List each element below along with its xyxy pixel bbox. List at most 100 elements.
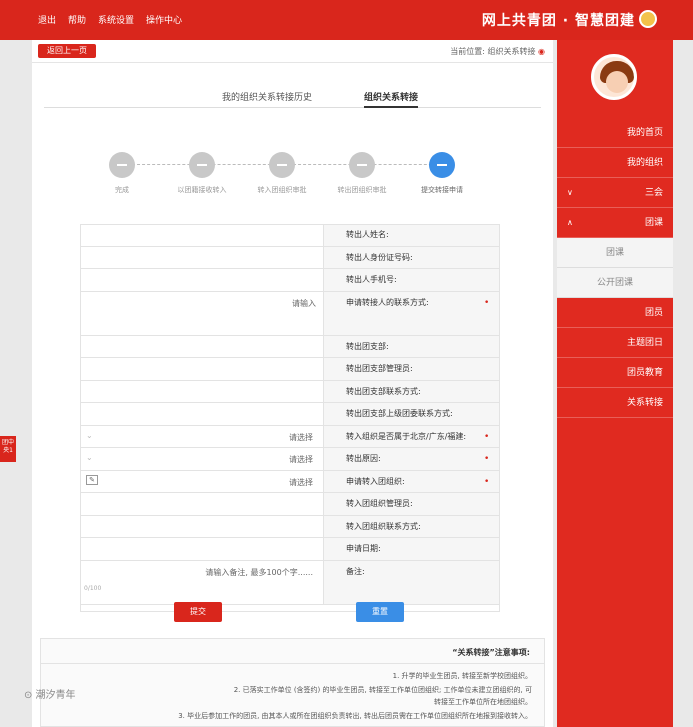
form-label: 转入组织是否属于北京/广东/福建: • bbox=[324, 425, 500, 447]
form-label: 转出人身份证号码: bbox=[324, 246, 500, 268]
sidebar-subitem-open-class[interactable]: 公开团课 bbox=[557, 268, 673, 298]
tab-history[interactable]: 我的组织关系转接历史 bbox=[222, 90, 312, 103]
step-label: 转入团组织审批 bbox=[257, 186, 307, 194]
sidebar: 我的首页 我的组织 ∨ 三会 ∧ 团课 团课 公开团课 团员 主题团日 团员教育… bbox=[557, 40, 673, 727]
reset-button[interactable]: 重置 bbox=[356, 602, 404, 622]
region-select[interactable]: ⌄ 请选择 bbox=[80, 425, 324, 447]
logout-link[interactable]: 退出 bbox=[38, 13, 56, 26]
sidebar-item-transfer[interactable]: 关系转接 bbox=[557, 388, 673, 418]
sidebar-item-theme-day[interactable]: 主题团日 bbox=[557, 328, 673, 358]
tab-bar: 我的组织关系转接历史 组织关系转接 bbox=[44, 90, 541, 108]
applicant-name-field[interactable] bbox=[80, 224, 324, 246]
notes-title: “关系转接”注意事项: bbox=[452, 648, 530, 657]
form-row: ⌄ 请选择 转出原因: • bbox=[80, 448, 500, 471]
divider bbox=[32, 62, 553, 63]
in-org-contact-field[interactable] bbox=[80, 515, 324, 537]
tab-transfer[interactable]: 组织关系转接 bbox=[364, 90, 419, 108]
location-pin-icon: ◉ bbox=[538, 47, 545, 56]
brand-title: 网上共青团 · 智慧团建 bbox=[481, 13, 635, 29]
char-counter: 0/100 bbox=[84, 584, 102, 592]
form-row: 转出团支部联系方式: bbox=[80, 380, 500, 403]
sidebar-item-home[interactable]: 我的首页 bbox=[557, 118, 673, 148]
sidebar-item-label: 我的组织 bbox=[626, 158, 663, 168]
form-row: 转出人姓名: bbox=[80, 224, 500, 247]
sidebar-item-members[interactable]: 团员 bbox=[557, 298, 673, 328]
form-row: ✎ 请选择 申请转入团组织: • bbox=[80, 470, 500, 493]
out-superior-contact-field[interactable] bbox=[80, 403, 324, 425]
notes-divider bbox=[41, 663, 544, 664]
form-label-text: 转出原因: bbox=[346, 454, 381, 463]
select-placeholder: 请选择 bbox=[289, 432, 313, 442]
top-bar: 退出 帮助 系统设置 操作中心 网上共青团 · 智慧团建 bbox=[0, 0, 693, 40]
apply-date-field[interactable] bbox=[80, 538, 324, 560]
contact-input[interactable]: 请输入 bbox=[80, 291, 324, 335]
applicant-id-field[interactable] bbox=[80, 246, 324, 268]
in-org-admin-field[interactable] bbox=[80, 493, 324, 515]
sidebar-item-league-class[interactable]: ∧ 团课 bbox=[557, 208, 673, 238]
applicant-phone-field[interactable] bbox=[80, 269, 324, 291]
form-label: 转出人姓名: bbox=[324, 224, 500, 246]
step-dot-icon bbox=[429, 152, 455, 178]
sidebar-item-education[interactable]: 团员教育 bbox=[557, 358, 673, 388]
notes-line: 转接至工作单位所在地团组织。 bbox=[434, 698, 532, 706]
sidebar-item-label: 团员 bbox=[644, 308, 663, 318]
form-row: 请输入 申请转接人的联系方式: • bbox=[80, 291, 500, 336]
chevron-down-icon: ⌄ bbox=[86, 453, 93, 462]
league-emblem-icon bbox=[639, 10, 657, 28]
sidebar-subitem-class[interactable]: 团课 bbox=[557, 238, 673, 268]
required-mark: • bbox=[484, 476, 490, 487]
submit-button[interactable]: 提交 bbox=[174, 602, 222, 622]
required-mark: • bbox=[484, 454, 490, 464]
form-label-text: 申请转接人的联系方式: bbox=[346, 297, 429, 307]
sidebar-menu: 我的首页 我的组织 ∨ 三会 ∧ 团课 团课 公开团课 团员 主题团日 团员教育… bbox=[557, 118, 673, 418]
step-dot-icon bbox=[109, 152, 135, 178]
step-label: 转出团组织审批 bbox=[337, 186, 387, 194]
form-row: 转出团支部管理员: bbox=[80, 358, 500, 381]
side-tag[interactable]: 团中央1 bbox=[0, 436, 16, 462]
operation-center-link[interactable]: 操作中心 bbox=[146, 13, 182, 26]
out-branch-contact-field[interactable] bbox=[80, 380, 324, 402]
step-label: 以团籍接收转入 bbox=[177, 186, 227, 194]
help-link[interactable]: 帮助 bbox=[68, 13, 86, 26]
out-branch-admin-field[interactable] bbox=[80, 358, 324, 380]
remark-textarea[interactable]: 请输入备注, 最多100个字...... 0/100 bbox=[80, 560, 324, 604]
required-mark: • bbox=[484, 297, 490, 308]
form-row: 转入团组织管理员: bbox=[80, 493, 500, 516]
step-in-approval: 转入团组织审批 bbox=[252, 152, 312, 195]
form-label: 申请日期: bbox=[324, 538, 500, 560]
back-button[interactable]: 返回上一页 bbox=[38, 44, 96, 58]
sidebar-item-label: 关系转接 bbox=[626, 398, 663, 408]
form-row: 转入团组织联系方式: bbox=[80, 515, 500, 538]
notes-panel: “关系转接”注意事项: 1. 升学的毕业生团员, 转接至新学校团组织。 2. 已… bbox=[40, 638, 545, 727]
required-mark: • bbox=[484, 431, 490, 442]
form-label: 转出团支部上级团委联系方式: bbox=[324, 403, 500, 425]
reason-select[interactable]: ⌄ 请选择 bbox=[80, 448, 324, 470]
form-label: 转入团组织联系方式: bbox=[324, 515, 500, 537]
select-placeholder: 请选择 bbox=[289, 455, 313, 464]
out-branch-field[interactable] bbox=[80, 335, 324, 357]
chevron-down-icon: ∨ bbox=[567, 188, 573, 197]
avatar-face bbox=[606, 71, 628, 93]
form-row: 请输入备注, 最多100个字...... 0/100 备注: bbox=[80, 560, 500, 605]
edit-pen-icon[interactable]: ✎ bbox=[86, 474, 98, 485]
avatar[interactable] bbox=[591, 54, 637, 100]
step-dot-icon bbox=[349, 152, 375, 178]
form-label: 申请转接人的联系方式: • bbox=[324, 291, 500, 335]
watermark: ⊙ 潮汐青年 bbox=[24, 690, 76, 701]
form-label: 转出团支部: bbox=[324, 335, 500, 357]
top-links: 退出 帮助 系统设置 操作中心 bbox=[38, 13, 182, 26]
sidebar-item-my-org[interactable]: 我的组织 bbox=[557, 148, 673, 178]
settings-link[interactable]: 系统设置 bbox=[98, 13, 134, 26]
notes-line: 1. 升学的毕业生团员, 转接至新学校团组织。 bbox=[392, 672, 532, 680]
transfer-form: 转出人姓名: 转出人身份证号码: 转出人手机号: 请输入 申请转接人的联系方式:… bbox=[80, 224, 500, 605]
form-label: 备注: bbox=[324, 560, 500, 604]
step-league-receive: 以团籍接收转入 bbox=[172, 152, 232, 195]
sidebar-item-three-meetings[interactable]: ∨ 三会 bbox=[557, 178, 673, 208]
select-placeholder: 请选择 bbox=[289, 477, 313, 487]
form-row: ⌄ 请选择 转入组织是否属于北京/广东/福建: • bbox=[80, 425, 500, 448]
form-label: 转出团支部管理员: bbox=[324, 358, 500, 380]
breadcrumb: 当前位置: 组织关系转接 ◉ bbox=[450, 46, 545, 57]
progress-stepper: 完成 以团籍接收转入 转入团组织审批 转出团组织审批 提交转接申请 bbox=[92, 152, 492, 202]
form-label: 转入团组织管理员: bbox=[324, 493, 500, 515]
target-org-select[interactable]: ✎ 请选择 bbox=[80, 470, 324, 492]
